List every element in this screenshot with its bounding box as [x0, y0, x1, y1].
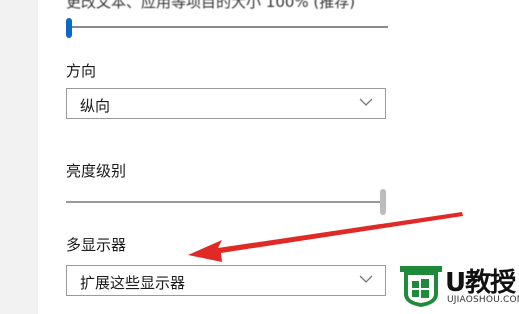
shield-logo-icon [400, 266, 442, 307]
scale-label: 更改文本、应用等项目的大小 100% (推荐) [66, 0, 356, 11]
multiple-displays-label: 多显示器 [66, 236, 127, 254]
watermark-text: U教授 [445, 268, 516, 298]
brightness-label: 亮度级别 [66, 162, 127, 180]
scale-slider-track[interactable] [66, 26, 388, 28]
scale-slider-thumb[interactable] [66, 18, 72, 38]
multiple-displays-value: 扩展这些显示器 [80, 274, 186, 292]
brightness-slider-track[interactable] [66, 201, 386, 203]
watermark-domain: UJIAOSHOU.COM [447, 295, 519, 305]
orientation-dropdown[interactable]: 纵向 [66, 88, 386, 119]
watermark: U教授 UJIAOSHOU.COM [398, 264, 519, 314]
orientation-label: 方向 [66, 62, 97, 80]
chevron-down-icon [359, 275, 373, 283]
chevron-down-icon [359, 98, 373, 106]
brightness-slider-thumb[interactable] [380, 189, 386, 215]
orientation-value: 纵向 [80, 97, 111, 115]
multiple-displays-dropdown[interactable]: 扩展这些显示器 [66, 265, 386, 296]
settings-nav-strip [0, 0, 38, 314]
